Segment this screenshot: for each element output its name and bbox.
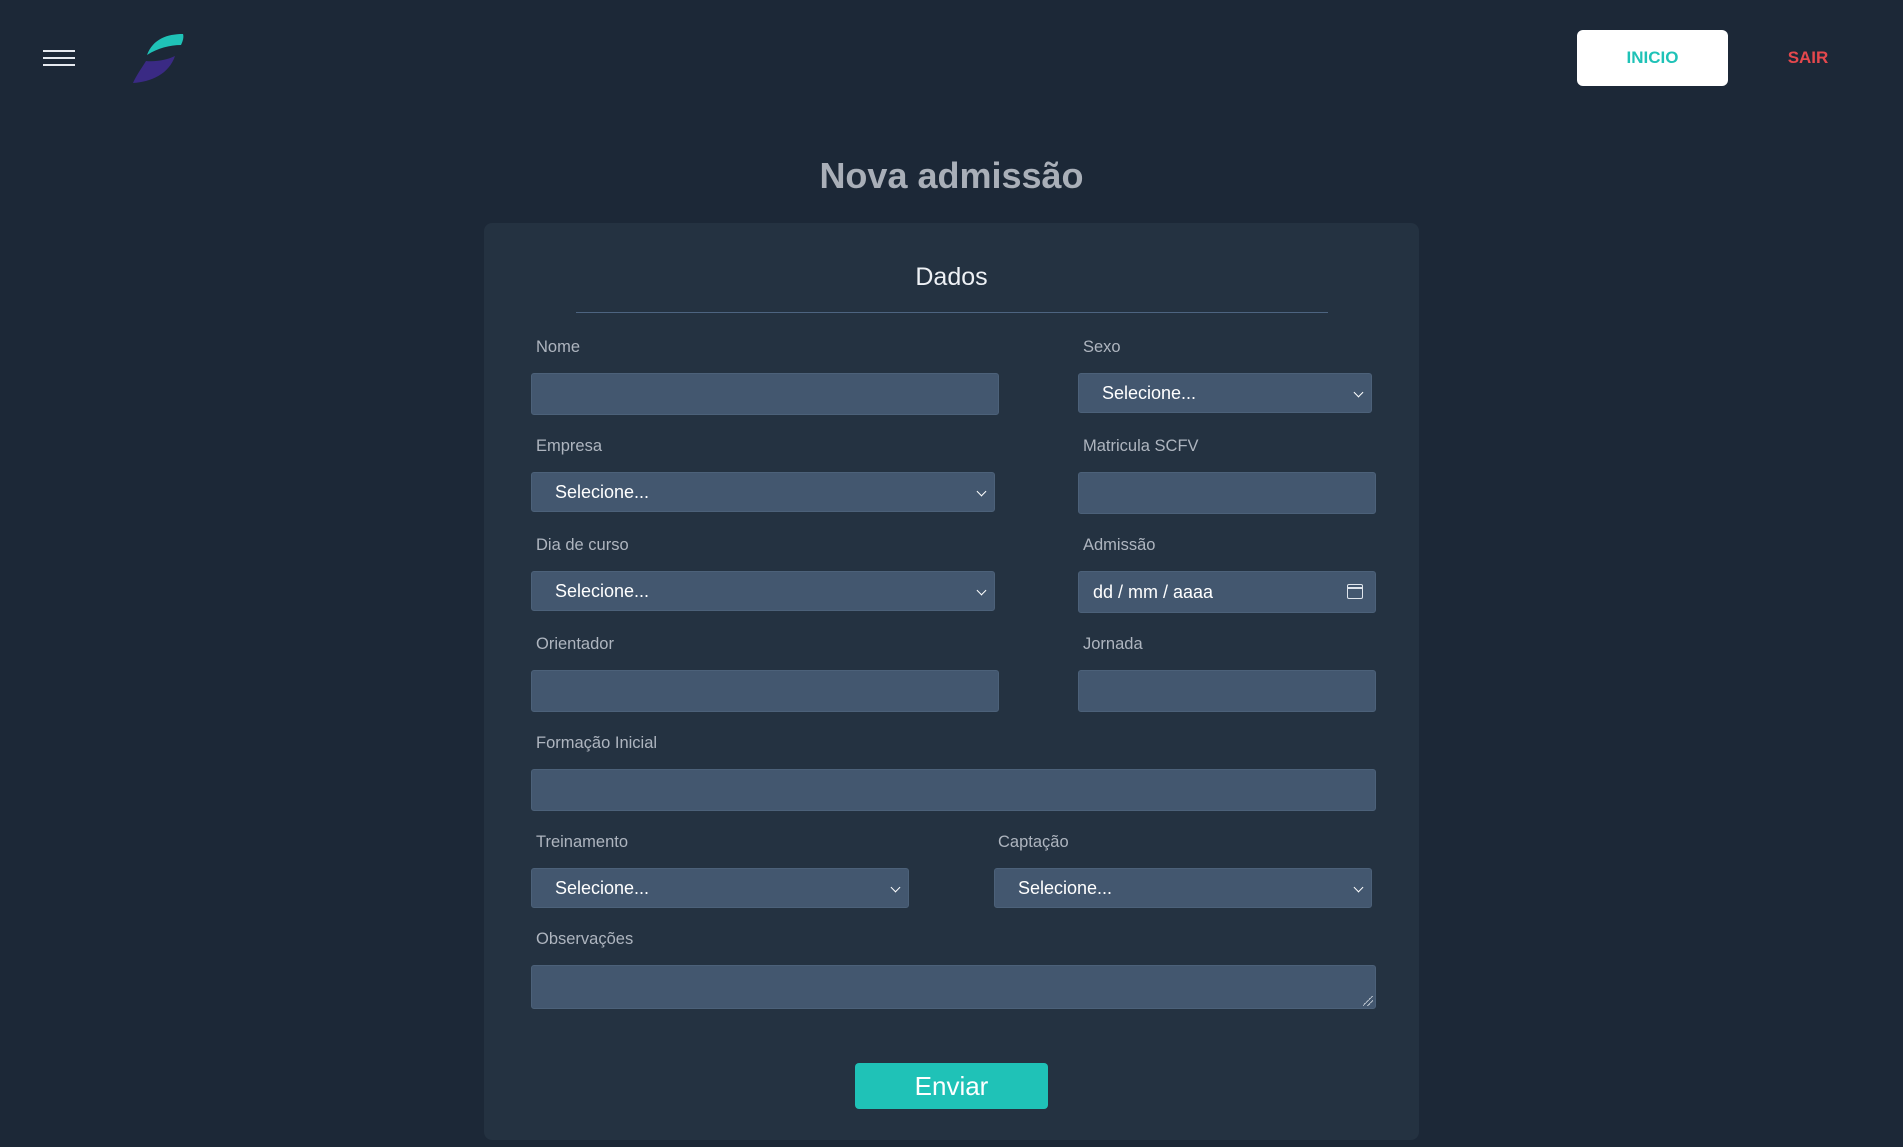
jornada-input[interactable]: [1078, 670, 1376, 712]
enviar-button[interactable]: Enviar: [855, 1063, 1048, 1109]
resize-handle-icon[interactable]: [1363, 996, 1373, 1006]
sair-button[interactable]: SAIR: [1758, 30, 1858, 86]
top-navbar: INICIO SAIR: [0, 0, 1903, 115]
dia-curso-select[interactable]: Selecione...: [531, 571, 995, 611]
orientador-label: Orientador: [536, 635, 614, 653]
treinamento-select-value: Selecione...: [555, 877, 650, 898]
nome-input[interactable]: [531, 373, 999, 415]
dia-curso-label: Dia de curso: [536, 536, 629, 554]
formacao-label: Formação Inicial: [536, 734, 658, 752]
empresa-select[interactable]: Selecione...: [531, 472, 995, 512]
section-title: Dados: [915, 263, 988, 291]
app-logo-icon[interactable]: [131, 31, 187, 85]
sexo-label: Sexo: [1083, 338, 1121, 356]
empresa-select-value: Selecione...: [555, 481, 650, 502]
admission-form-card: Dados Nome Sexo Selecione... Empresa Sel…: [484, 223, 1419, 1140]
chevron-down-icon: [976, 486, 987, 497]
dia-curso-select-value: Selecione...: [555, 580, 650, 601]
section-divider: [576, 312, 1328, 313]
empresa-label: Empresa: [536, 437, 603, 455]
calendar-icon[interactable]: [1347, 584, 1363, 599]
admissao-label: Admissão: [1083, 536, 1156, 554]
sexo-select[interactable]: Selecione...: [1078, 373, 1372, 413]
observacoes-label: Observações: [536, 930, 634, 948]
matricula-label: Matricula SCFV: [1083, 437, 1199, 455]
hamburger-menu-icon[interactable]: [43, 46, 75, 70]
treinamento-select[interactable]: Selecione...: [531, 868, 909, 908]
inicio-button[interactable]: INICIO: [1577, 30, 1728, 86]
observacoes-textarea[interactable]: [531, 965, 1376, 1009]
page-title: Nova admissão: [819, 155, 1084, 196]
admissao-date-placeholder: dd / mm / aaaa: [1093, 581, 1214, 602]
chevron-down-icon: [1353, 882, 1364, 893]
captacao-select[interactable]: Selecione...: [994, 868, 1372, 908]
chevron-down-icon: [976, 585, 987, 596]
chevron-down-icon: [1353, 387, 1364, 398]
treinamento-label: Treinamento: [536, 833, 629, 851]
admissao-date-input[interactable]: dd / mm / aaaa: [1078, 571, 1376, 613]
sexo-select-value: Selecione...: [1102, 382, 1197, 403]
chevron-down-icon: [890, 882, 901, 893]
orientador-input[interactable]: [531, 670, 999, 712]
jornada-label: Jornada: [1083, 635, 1143, 653]
captacao-label: Captação: [998, 833, 1069, 851]
formacao-input[interactable]: [531, 769, 1376, 811]
captacao-select-value: Selecione...: [1018, 877, 1113, 898]
nome-label: Nome: [536, 338, 581, 356]
matricula-input[interactable]: [1078, 472, 1376, 514]
